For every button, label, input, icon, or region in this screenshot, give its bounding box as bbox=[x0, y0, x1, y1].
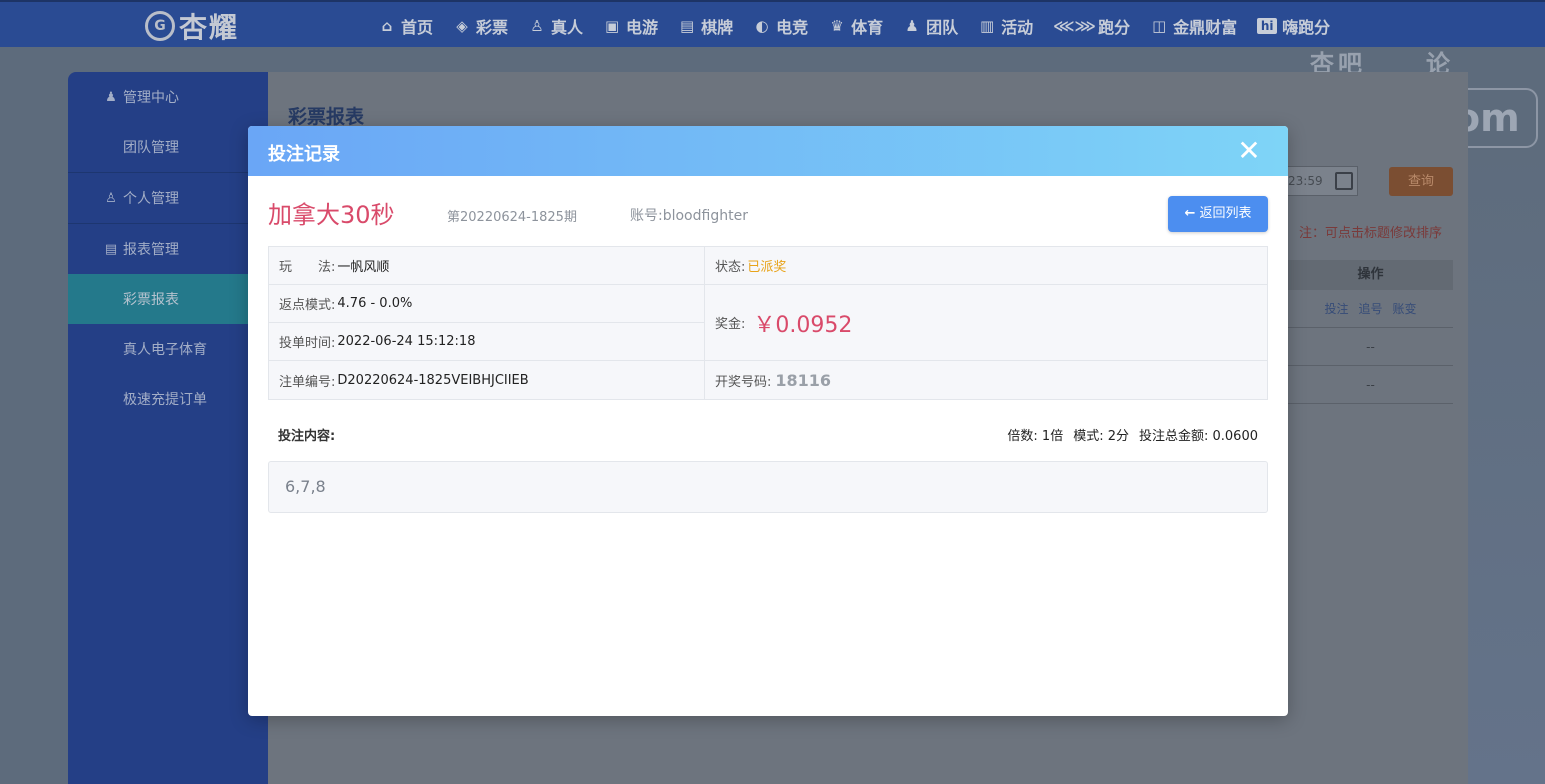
race-icon: ⋘⋙ bbox=[1053, 16, 1096, 35]
fortune-icon: ◫ bbox=[1152, 16, 1167, 35]
hi-icon: hi bbox=[1257, 17, 1278, 34]
close-icon[interactable]: ✕ bbox=[1234, 136, 1264, 166]
team-icon: ♟ bbox=[105, 89, 117, 105]
sidebar-item-personal-management[interactable]: ♙ 个人管理 bbox=[68, 173, 268, 223]
nav-item-fortune[interactable]: ◫ 金鼎财富 bbox=[1150, 14, 1237, 38]
nav-menu: ⌂ 首页 ◈ 彩票 ♙ 真人 ▣ 电游 ▤ 棋牌 ◐ 电竞 ♛ 体育 ♟ 团队 ▥ 活动 ⋘⋙ 跑分… bbox=[378, 2, 1350, 49]
total-amount: 投注总金额: 0.0600 bbox=[1139, 429, 1258, 444]
game-name: 加拿大30秒 bbox=[268, 201, 395, 229]
chase-link[interactable]: 追号 bbox=[1358, 302, 1382, 316]
bet-content-box: 6,7,8 bbox=[268, 461, 1268, 513]
logo[interactable]: G 杏耀 bbox=[145, 7, 239, 45]
play-method: 玩 法: 一帆风顺 bbox=[279, 260, 390, 275]
issue-number: 第20220624-1825期 bbox=[447, 210, 577, 225]
nav-item-lottery[interactable]: ◈ 彩票 bbox=[453, 14, 508, 38]
nav-label: 彩票 bbox=[476, 17, 509, 37]
nav-label: 活动 bbox=[1001, 17, 1034, 37]
back-to-list-button[interactable]: ← 返回列表 bbox=[1168, 196, 1268, 232]
balance-change-link[interactable]: 账变 bbox=[1393, 302, 1417, 316]
bet-content-label: 投注内容: bbox=[278, 429, 336, 444]
report-icon: ▤ bbox=[104, 241, 118, 257]
status-badge: 已派奖 bbox=[747, 260, 787, 275]
nav-label: 金鼎财富 bbox=[1173, 17, 1238, 37]
home-icon: ⌂ bbox=[381, 16, 393, 35]
sidebar-item-label: 真人电子体育 bbox=[123, 342, 207, 358]
nav-label: 首页 bbox=[401, 17, 434, 37]
logo-emblem-icon: G bbox=[145, 11, 175, 41]
nav-item-activity[interactable]: ▥ 活动 bbox=[978, 14, 1033, 38]
sidebar-item-report-management[interactable]: ▤ 报表管理 bbox=[68, 224, 268, 274]
sort-note: 注：可点击标题修改排序 bbox=[1299, 226, 1443, 241]
account-info: 账号:bloodfighter bbox=[630, 208, 748, 224]
nav-item-hi-race[interactable]: hi 嗨跑分 bbox=[1257, 14, 1330, 38]
arrow-left-icon: ← bbox=[1184, 206, 1196, 221]
sidebar-item-lottery-report[interactable]: 彩票报表 bbox=[68, 274, 268, 324]
background-decoration bbox=[1468, 150, 1545, 784]
bet-time: 投单时间: 2022-06-24 15:12:18 bbox=[279, 334, 476, 351]
person-icon: ♙ bbox=[530, 16, 544, 35]
nav-item-sports[interactable]: ♛ 体育 bbox=[828, 14, 883, 38]
table-row: -- bbox=[1288, 328, 1453, 366]
gamepad-icon: ◐ bbox=[755, 16, 769, 35]
nav-item-race[interactable]: ⋘⋙ 跑分 bbox=[1053, 14, 1130, 38]
modal-title: 投注记录 bbox=[268, 144, 340, 165]
modal-header: 投注记录 ✕ bbox=[248, 126, 1288, 176]
team-icon: ♟ bbox=[905, 16, 919, 35]
sidebar-item-label: 团队管理 bbox=[123, 140, 179, 156]
page-title: 彩票报表 bbox=[288, 106, 365, 128]
nav-label: 跑分 bbox=[1098, 17, 1131, 37]
multiple: 倍数: 1倍 bbox=[1007, 429, 1064, 444]
nav-label: 真人 bbox=[551, 17, 584, 37]
sidebar-item-team-management[interactable]: 团队管理 bbox=[68, 122, 268, 172]
logo-text: 杏耀 bbox=[179, 11, 240, 44]
query-button[interactable]: 查询 bbox=[1389, 167, 1453, 196]
cards-icon: ▤ bbox=[679, 16, 695, 35]
bet-link[interactable]: 投注 bbox=[1324, 302, 1348, 316]
nav-item-team[interactable]: ♟ 团队 bbox=[903, 14, 958, 38]
sidebar-item-label: 个人管理 bbox=[123, 191, 179, 207]
order-number: 注单编号: D20220624-1825VEIBHJCIIEB bbox=[279, 372, 529, 390]
nav-item-cards[interactable]: ▤ 棋牌 bbox=[678, 14, 733, 38]
sidebar-item-fast-orders[interactable]: 极速充提订单 bbox=[68, 374, 268, 424]
nav-label: 棋牌 bbox=[701, 17, 734, 37]
rebate-mode: 返点模式: 4.76 - 0.0% bbox=[279, 296, 413, 313]
bet-meta: 倍数: 1倍 模式: 2分 投注总金额: 0.0600 bbox=[997, 425, 1258, 444]
top-nav: G 杏耀 ⌂ 首页 ◈ 彩票 ♙ 真人 ▣ 电游 ▤ 棋牌 ◐ 电竞 ♛ 体育 ♟ 团队 ▥ 活动… bbox=[0, 0, 1545, 47]
calendar-icon[interactable] bbox=[1335, 172, 1353, 190]
sidebar-item-live-sports[interactable]: 真人电子体育 bbox=[68, 324, 268, 374]
slot-icon: ▣ bbox=[604, 16, 620, 35]
sidebar-item-label: 管理中心 bbox=[123, 90, 179, 106]
sidebar-item-label: 彩票报表 bbox=[123, 292, 179, 308]
sidebar-item-management-center[interactable]: ♟ 管理中心 bbox=[68, 72, 268, 122]
trophy-icon: ♛ bbox=[830, 16, 844, 35]
table-row: -- bbox=[1288, 366, 1453, 404]
prize-amount: ￥0.0952 bbox=[753, 312, 853, 338]
end-date-input[interactable]: 23:59 bbox=[1283, 166, 1358, 196]
nav-label: 体育 bbox=[851, 17, 884, 37]
sidebar-item-label: 极速充提订单 bbox=[123, 392, 207, 408]
bet-record-modal: 投注记录 ✕ 加拿大30秒 第20220624-1825期 账号:bloodfi… bbox=[248, 126, 1288, 716]
table-header-actions[interactable]: 操作 bbox=[1288, 260, 1453, 290]
ticket-icon: ◈ bbox=[456, 16, 468, 35]
draw-number: 开奖号码: 18116 bbox=[715, 370, 832, 390]
nav-label: 电竞 bbox=[776, 17, 809, 37]
nav-item-slots[interactable]: ▣ 电游 bbox=[603, 14, 658, 38]
user-icon: ♙ bbox=[105, 190, 117, 206]
prize: 奖金: ￥0.0952 bbox=[705, 285, 1267, 360]
nav-label: 嗨跑分 bbox=[1282, 17, 1331, 37]
sidebar-item-label: 报表管理 bbox=[123, 242, 179, 258]
nav-item-esports[interactable]: ◐ 电竞 bbox=[753, 14, 809, 38]
table-row: 投注 追号 账变 bbox=[1288, 290, 1453, 328]
nav-item-live[interactable]: ♙ 真人 bbox=[528, 14, 583, 38]
nav-label: 团队 bbox=[926, 17, 959, 37]
gift-icon: ▥ bbox=[980, 16, 995, 35]
nav-label: 电游 bbox=[626, 17, 659, 37]
mode: 模式: 2分 bbox=[1073, 429, 1129, 444]
sidebar: ♟ 管理中心 团队管理 ♙ 个人管理 ▤ 报表管理 彩票报表 真人电子体育 极速充提订… bbox=[68, 72, 268, 784]
bet-status: 状态: 已派奖 bbox=[705, 247, 1267, 284]
nav-item-home[interactable]: ⌂ 首页 bbox=[378, 14, 433, 38]
bet-info-table: 玩 法: 一帆风顺 状态: 已派奖 返点模式: 4.76 - 0.0% 奖金: ￥0.0… bbox=[268, 246, 1268, 400]
